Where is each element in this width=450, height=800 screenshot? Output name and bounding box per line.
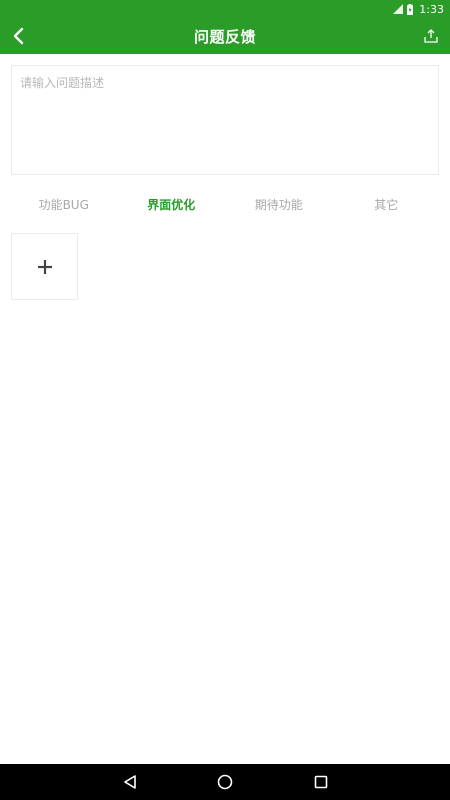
- upload-button[interactable]: [420, 25, 442, 47]
- back-triangle-icon: [124, 775, 136, 789]
- plus-icon: [37, 259, 52, 274]
- nav-recents-button[interactable]: [312, 773, 330, 791]
- description-input[interactable]: [12, 66, 438, 174]
- signal-icon: [393, 4, 404, 14]
- category-bug[interactable]: 功能BUG: [10, 190, 118, 218]
- category-other[interactable]: 其它: [333, 190, 441, 218]
- category-ui-optimization[interactable]: 界面优化: [118, 190, 226, 218]
- page-title: 问题反馈: [193, 27, 256, 46]
- app-bar: 问题反馈: [0, 18, 450, 54]
- add-image-button[interactable]: [11, 233, 78, 300]
- chevron-left-icon: [13, 27, 24, 45]
- battery-charging-icon: [407, 3, 414, 15]
- nav-back-button[interactable]: [121, 773, 139, 791]
- upload-icon: [424, 29, 438, 43]
- nav-home-button[interactable]: [216, 773, 234, 791]
- status-time: 1:33: [419, 2, 444, 16]
- category-feature-request[interactable]: 期待功能: [225, 190, 333, 218]
- status-bar: 1:33: [0, 0, 450, 18]
- system-nav-bar: [0, 764, 450, 800]
- back-button[interactable]: [6, 23, 32, 49]
- home-circle-icon: [217, 774, 233, 790]
- description-box: [11, 65, 439, 175]
- category-selector: 功能BUG 界面优化 期待功能 其它: [10, 190, 440, 218]
- recents-square-icon: [314, 775, 328, 789]
